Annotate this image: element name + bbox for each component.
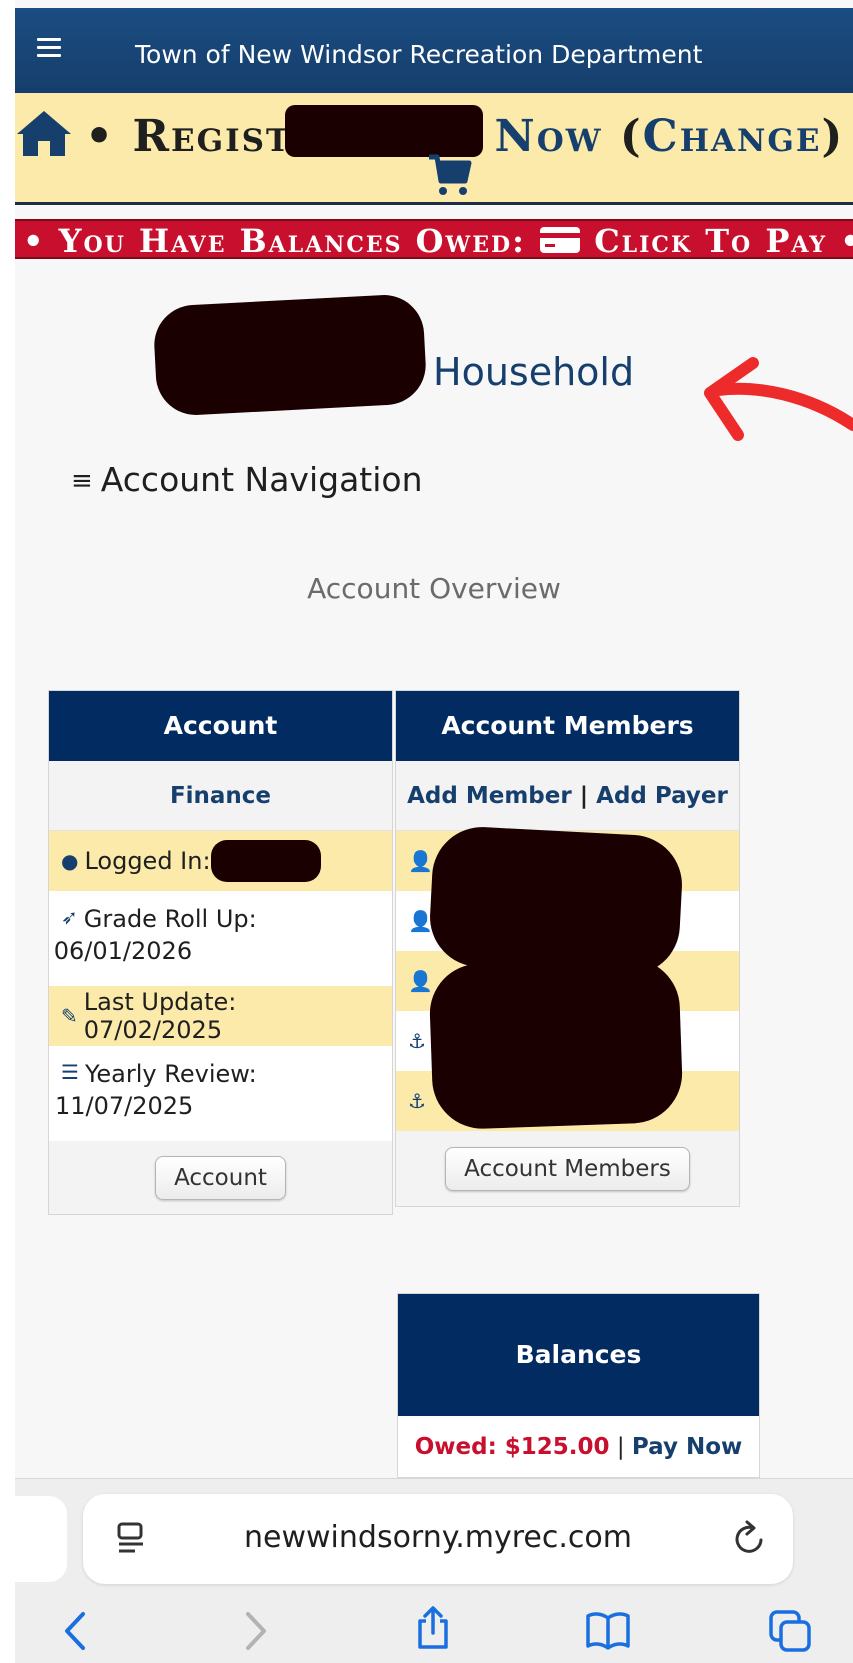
site-header: Town of New Windsor Recreation Departmen… [15, 8, 853, 93]
account-members-card: Account Members Add Member | Add Payer 👤… [395, 690, 740, 1207]
sliders-icon: ☰ [61, 1060, 79, 1084]
child-icon: ⚓ [408, 1029, 426, 1053]
account-members-card-footer: Account Members [396, 1131, 739, 1206]
user-circle-icon: ● [61, 849, 79, 873]
credit-card-icon [540, 227, 581, 253]
account-members-button[interactable]: Account Members [445, 1146, 690, 1191]
cart-icon[interactable] [425, 153, 473, 197]
finance-link[interactable]: Finance [170, 783, 271, 809]
annotation-arrow [704, 357, 853, 441]
change-link[interactable]: Change [643, 111, 822, 162]
account-overview-title: Account Overview [307, 572, 561, 605]
yearly-review-row: ☰ Yearly Review: 11/07/2025 [49, 1046, 392, 1141]
reload-icon[interactable] [733, 1520, 767, 1556]
balances-card-header: Balances [398, 1294, 759, 1416]
click-to-pay-link[interactable]: Click To Pay • [594, 222, 853, 260]
redaction [428, 956, 684, 1131]
grade-roll-up-date: 06/01/2026 [53, 937, 193, 965]
separator: | [579, 783, 589, 809]
previous-tab-pill[interactable] [15, 1496, 67, 1582]
grade-roll-up-label: Grade Roll Up: [83, 905, 257, 933]
address-bar[interactable]: newwindsorny.myrec.com [83, 1494, 793, 1584]
user-icon: 👤 [408, 849, 433, 873]
home-icon[interactable] [15, 108, 73, 158]
user-icon: 👤 [408, 969, 433, 993]
redaction [210, 840, 321, 882]
register-bar: • RegisterNow (Change) • [15, 93, 853, 205]
share-icon[interactable] [410, 1605, 456, 1651]
bookmarks-icon[interactable] [585, 1608, 631, 1654]
separator: | [616, 1434, 625, 1460]
balance-alert-bar[interactable]: • You Have Balances Owed: Click To Pay • [15, 219, 853, 260]
child-icon: ⚓ [408, 1089, 426, 1113]
yearly-review-date: 11/07/2025 [54, 1092, 194, 1120]
account-card-footer: Account [49, 1141, 392, 1214]
account-navigation-toggle[interactable]: ≡ Account Navigation [71, 460, 423, 499]
account-card-header: Account [49, 691, 392, 761]
logged-in-row: ● Logged In: [49, 831, 392, 891]
account-members-card-header: Account Members [396, 691, 739, 761]
account-card: Account Finance ● Logged In: ➶ Grade Rol… [48, 690, 393, 1215]
finance-row: Finance [49, 761, 392, 831]
balances-row: Owed: $125.00 | Pay Now [398, 1416, 759, 1478]
household-title: Household [433, 350, 635, 394]
last-update-row: ✎ Last Update: 07/02/2025 [49, 986, 392, 1046]
pay-now-link[interactable]: Pay Now [632, 1434, 742, 1460]
grade-roll-up-row: ➶ Grade Roll Up: 06/01/2026 [49, 891, 392, 986]
list-icon: ≡ [71, 466, 93, 496]
rocket-icon: ➶ [61, 905, 78, 929]
members-actions-row: Add Member | Add Payer [396, 761, 739, 831]
menu-icon[interactable] [37, 38, 61, 58]
balances-card: Balances Owed: $125.00 | Pay Now [397, 1293, 760, 1478]
redaction [285, 105, 483, 157]
redaction [427, 824, 685, 978]
owed-amount: Owed: $125.00 [414, 1434, 610, 1460]
last-update-label: Last Update: 07/02/2025 [83, 988, 237, 1044]
left-edge [0, 0, 15, 1663]
logged-in-label: Logged In: [84, 847, 211, 875]
url-text: newwindsorny.myrec.com [244, 1520, 632, 1555]
add-payer-link[interactable]: Add Payer [596, 783, 728, 809]
yearly-review-label: Yearly Review: [84, 1060, 257, 1088]
tabs-icon[interactable] [767, 1608, 813, 1654]
balances-owed-label: • You Have Balances Owed: [23, 222, 526, 260]
edit-icon: ✎ [61, 1004, 78, 1028]
redaction [152, 293, 428, 417]
account-button[interactable]: Account [155, 1155, 286, 1200]
back-icon[interactable] [55, 1608, 101, 1654]
site-title: Town of New Windsor Recreation Departmen… [135, 40, 703, 69]
mobile-viewport: Town of New Windsor Recreation Departmen… [15, 0, 853, 1663]
forward-icon[interactable] [230, 1608, 276, 1654]
add-member-link[interactable]: Add Member [407, 783, 572, 809]
